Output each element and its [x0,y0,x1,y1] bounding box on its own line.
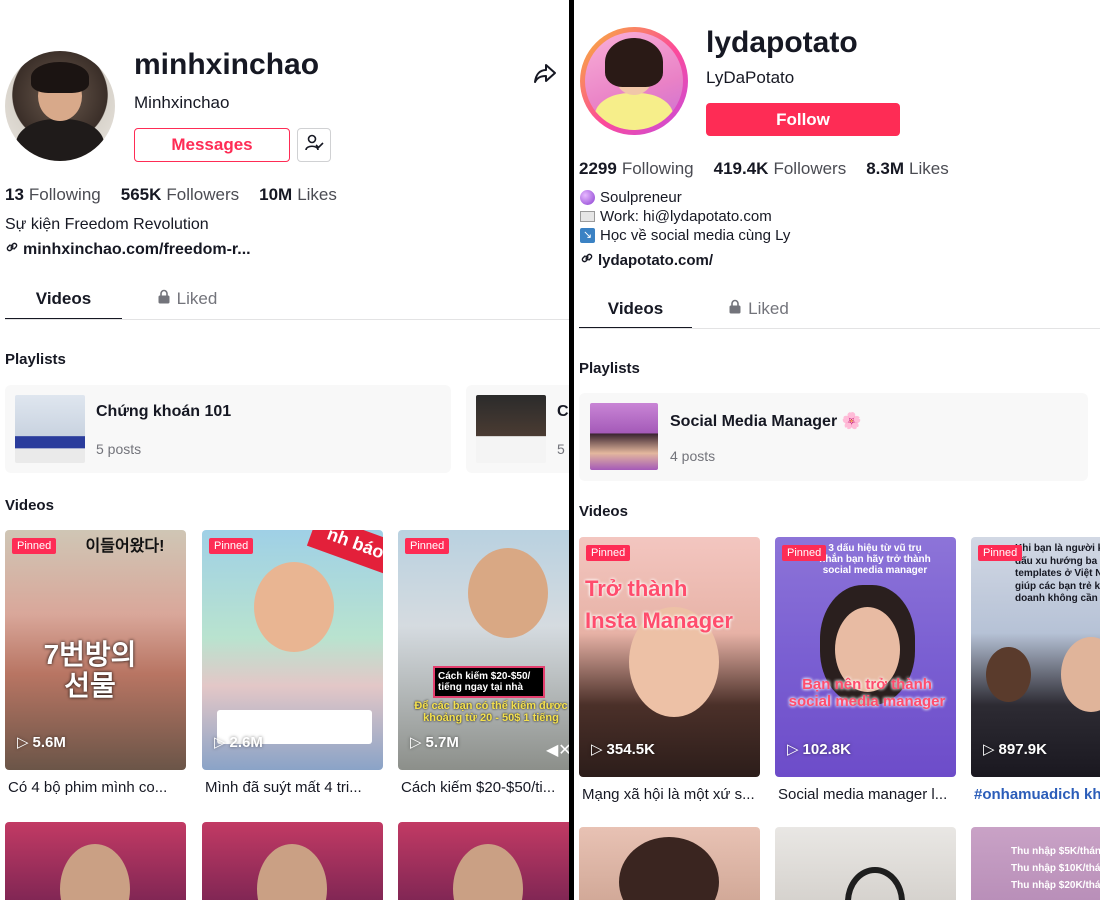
pinned-badge: Pinned [209,538,254,554]
profile-tabs: Videos Liked [579,287,825,331]
profile-username: minhxinchao [134,48,320,81]
playlist-title: Social Media Manager 🌸 [670,413,862,430]
profile-link[interactable]: minhxinchao.com/freedom-r... [5,240,251,259]
pinned-badge: Pinned [978,545,1023,561]
video-thumbnail[interactable] [775,827,956,900]
video-overlay-text: nh báo [306,530,383,577]
stat-following[interactable]: 2299 Following [579,159,694,179]
pinned-badge: Pinned [405,538,450,554]
stat-followers[interactable]: 419.4K Followers [714,159,847,179]
stat-following[interactable]: 13 Following [5,185,101,205]
playlist-title: Chứng khoán 101 [96,403,232,420]
video-caption: Cách kiếm $20-$50/ti... [401,779,556,796]
play-icon: ▷ [983,741,995,758]
user-check-icon [304,133,324,158]
profile-stats: 2299 Following 419.4K Followers 8.3M Likes [579,159,949,179]
playlist-card[interactable]: Cá 5 [466,385,569,473]
video-overlay-text: Trở thành Insta Manager [585,576,733,633]
tab-videos[interactable]: Videos [579,287,692,331]
play-icon: ▷ [17,734,29,751]
tabs-divider [5,319,569,320]
video-overlay-text: 이들어왔다! [85,538,165,555]
playlist-title: Cá [557,403,569,420]
video-caption: Có 4 bộ phim mình co... [8,779,168,796]
video-thumbnail: Cách kiếm $20-$50/ tiếng ngay tại nhà Để… [398,530,569,770]
profile-nickname: LyDaPotato [706,68,795,87]
video-thumbnail[interactable] [398,822,569,900]
link-icon [580,251,594,269]
avatar[interactable] [5,51,115,161]
playlists-heading: Playlists [579,360,640,377]
profile-bio: Soulpreneur Work: hi@lydapotato.com ↘ Học… [580,188,790,245]
lock-icon [728,299,742,319]
video-caption: Social media manager l... [778,786,948,803]
playlist-thumbnail [476,395,546,463]
crystal-ball-icon [580,190,595,205]
videos-heading: Videos [5,497,54,514]
video-caption: Mình đã suýt mất 4 tri... [205,779,362,796]
playlists-heading: Playlists [5,351,66,368]
video-overlay-text: Khi bạn là người k dấu xu hướng ba templ… [1015,543,1100,604]
videos-heading: Videos [579,503,628,520]
video-caption: Mạng xã hội là một xứ s... [582,786,755,803]
video-overlay-text: 7번방의 선물 [43,639,137,701]
messages-button[interactable]: Messages [134,128,290,162]
profile-panel-minhxinchao: minhxinchao Minhxinchao Messages 13 Follo… [0,0,569,900]
arrow-down-right-icon: ↘ [580,228,595,243]
profile-panel-lydapotato: lydapotato LyDaPotato Follow 2299 Followi… [574,0,1100,900]
follow-button[interactable]: Follow [706,103,900,136]
profile-link[interactable]: lydapotato.com/ [580,251,713,269]
pinned-badge: Pinned [782,545,827,561]
playlist-card[interactable]: Social Media Manager 🌸 4 posts [579,393,1088,481]
tab-videos[interactable]: Videos [5,277,122,321]
tab-liked[interactable]: Liked [122,277,252,321]
video-thumbnail[interactable]: Thu nhập $5K/thán Thu nhập $10K/thán Thu… [971,827,1100,900]
profile-stats: 13 Following 565K Followers 10M Likes [5,185,337,205]
stat-followers[interactable]: 565K Followers [121,185,239,205]
envelope-icon [580,211,595,222]
video-thumbnail[interactable] [5,822,186,900]
profile-username: lydapotato [706,26,858,59]
stat-likes: 8.3M Likes [866,159,949,178]
share-icon[interactable] [532,60,558,86]
profile-bio: Sự kiện Freedom Revolution [5,216,209,233]
avatar[interactable] [580,27,688,135]
video-overlay-text: Bạn nên trở thành social media manager [788,676,946,710]
play-icon: ▷ [591,741,603,758]
video-overlay-text: Thu nhập $5K/thán Thu nhập $10K/thán Thu… [1011,846,1100,891]
pinned-badge: Pinned [12,538,57,554]
tabs-divider [579,328,1100,329]
video-overlay-text: Cách kiếm $20-$50/ tiếng ngay tại nhà [433,666,545,698]
playlist-thumbnail [15,395,85,463]
playlist-thumbnail [590,403,658,470]
playlist-count: 4 posts [670,448,716,464]
video-caption[interactable]: #onhamuadich kh [974,786,1100,803]
profile-nickname: Minhxinchao [134,93,230,112]
play-icon: ▷ [214,734,226,751]
playlist-count: 5 [557,441,565,457]
video-thumbnail[interactable] [202,822,383,900]
video-overlay-text: Để các bạn có thể kiếm được khoảng từ 20… [414,700,568,725]
profile-tabs: Videos Liked [5,277,252,321]
mute-icon[interactable]: ◀✕ [546,740,569,760]
lock-icon [157,289,171,309]
video-thumbnail[interactable] [579,827,760,900]
follow-status-button[interactable] [297,128,331,162]
link-icon [5,240,19,259]
tab-liked[interactable]: Liked [692,287,825,331]
play-icon: ▷ [787,741,799,758]
playlist-card[interactable]: Chứng khoán 101 5 posts [5,385,451,473]
play-icon: ▷ [410,734,422,751]
playlist-count: 5 posts [96,441,142,457]
stat-likes: 10M Likes [259,185,337,204]
pinned-badge: Pinned [586,545,631,561]
